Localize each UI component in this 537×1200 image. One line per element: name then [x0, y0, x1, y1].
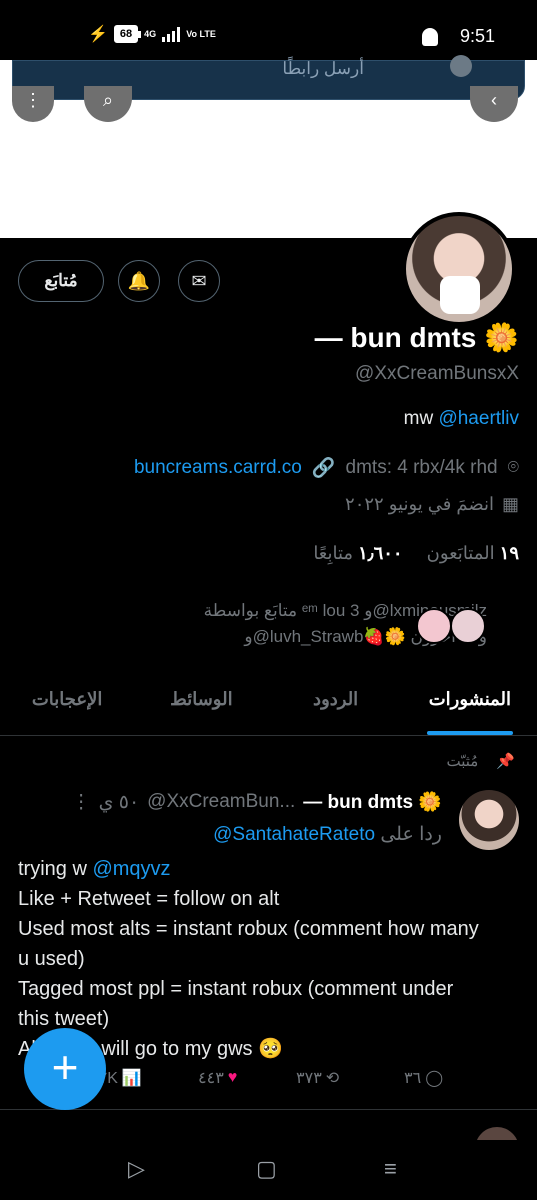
tweet-text: trying w @mqyvz Like + Retweet = follow … — [18, 854, 488, 1064]
volte-label: Vo LTE — [186, 28, 216, 39]
tweet-author-avatar[interactable] — [459, 790, 519, 850]
follower-avatar — [450, 608, 486, 644]
bio: mw @haertliv — [404, 408, 519, 430]
followers-stat[interactable]: ١٫٦٠٠ متابِعًا — [313, 543, 402, 564]
network-type: 4G — [144, 28, 157, 39]
tweet-line: Like + Retweet = follow on alt — [18, 888, 280, 910]
tweet-line: Tagged most ppl = instant robux (comment… — [18, 978, 454, 1030]
tweet-line: trying w — [18, 858, 93, 880]
tweet-mention-link[interactable]: @mqyvz — [92, 858, 170, 880]
tab-media[interactable]: الوسائط — [134, 670, 268, 735]
pinned-label: مُثبّت — [446, 753, 479, 770]
tweet-line: Used most alts = instant robux (comment … — [18, 918, 479, 970]
display-name: — bun dmts 🌼 — [314, 322, 519, 353]
back-nav-icon[interactable]: ▷ — [128, 1156, 145, 1182]
following-stat[interactable]: ١٩ المتابَعون — [427, 543, 519, 564]
tab-likes[interactable]: الإعجابات — [0, 670, 134, 735]
notice-dot — [450, 55, 472, 77]
reply-context: @SantahateRateto ردا على — [213, 823, 442, 846]
reply-to-link[interactable]: @SantahateRateto — [213, 824, 375, 845]
status-bar: ⚡ 68 4G Vo LTE 9:51 — [0, 0, 537, 60]
heart-icon: ♥ — [227, 1069, 238, 1086]
snapchat-icon — [421, 27, 438, 46]
retweet-icon: ⟲ — [325, 1070, 340, 1087]
reply-prefix: ردا على — [380, 824, 442, 845]
bio-mention-link[interactable]: @haertliv — [438, 408, 519, 429]
bio-text: mw — [403, 408, 439, 429]
system-nav-bar: ▷ ▢ ≡ — [0, 1140, 537, 1200]
reply-bubble-icon: ◯ — [425, 1070, 444, 1087]
profile-meta: buncreams.carrd.co 🔗 dmts: 4 rbx/4k rhd … — [134, 456, 519, 480]
tweet-header: ⋮ ٥٠ ي @XxCreamBun... — bun dmts 🌼 — [72, 790, 442, 814]
tweet-author-handle: @XxCreamBun... — [147, 791, 296, 812]
profile-tabs: المنشورات الردود الوسائط الإعجابات — [0, 670, 537, 736]
tab-posts[interactable]: المنشورات — [403, 670, 537, 735]
location-text: dmts: 4 rbx/4k rhd — [345, 457, 498, 478]
clock: 9:51 — [459, 26, 495, 46]
tab-replies[interactable]: الردود — [269, 670, 403, 735]
views-icon: 📊 — [121, 1070, 142, 1087]
following-count: ١٩ — [499, 543, 519, 563]
joined-row: انضمَ في يونيو ٢٠٢٢ ▦ — [345, 494, 519, 515]
location-pin-icon: ⌾ — [507, 457, 519, 478]
retweets-count: ٣٧٣ — [296, 1070, 322, 1087]
user-handle: @XxCreamBunsxX — [355, 363, 519, 384]
reply-action[interactable]: ٣٦ ◯ — [404, 1068, 443, 1088]
link-icon: 🔗 — [311, 458, 336, 479]
follow-counts: ١٫٦٠٠ متابِعًا ١٩ المتابَعون — [313, 543, 519, 564]
pin-icon: 📌 — [496, 753, 515, 770]
compose-button[interactable]: + — [24, 1028, 106, 1110]
like-action[interactable]: ٤٤٣ ♥ — [198, 1068, 237, 1088]
share-notice-text: أرسل رابطًا — [282, 59, 364, 78]
profile-avatar[interactable] — [402, 212, 516, 326]
charging-icon: ⚡ — [88, 26, 108, 43]
followers-label: متابِعًا — [313, 543, 354, 563]
home-nav-icon[interactable]: ▢ — [256, 1156, 277, 1182]
website-link[interactable]: buncreams.carrd.co — [134, 457, 302, 479]
joined-date: انضمَ في يونيو ٢٠٢٢ — [345, 494, 494, 514]
message-icon[interactable]: ✉ — [178, 260, 220, 302]
following-button[interactable]: مُتابَع — [18, 260, 104, 302]
following-label: المتابَعون — [426, 543, 495, 563]
signal-icon — [162, 26, 181, 42]
follower-avatar — [416, 608, 452, 644]
pinned-row: مُثبّت 📌 — [446, 752, 515, 770]
tweet-more-icon[interactable]: ⋮ — [72, 791, 91, 814]
replies-count: ٣٦ — [404, 1070, 422, 1087]
likes-count: ٤٤٣ — [198, 1070, 224, 1087]
recents-nav-icon[interactable]: ≡ — [384, 1156, 397, 1182]
retweet-action[interactable]: ٣٧٣ ⟲ — [296, 1068, 339, 1088]
battery-level: 68 — [113, 25, 142, 43]
tweet-author-name: — bun dmts 🌼 — [303, 792, 442, 813]
followers-count: ١٫٦٠٠ — [358, 543, 403, 563]
calendar-icon: ▦ — [501, 494, 519, 514]
tweet-time: ٥٠ ي — [98, 791, 140, 813]
notifications-bell-icon[interactable]: 🔔 — [118, 260, 160, 302]
